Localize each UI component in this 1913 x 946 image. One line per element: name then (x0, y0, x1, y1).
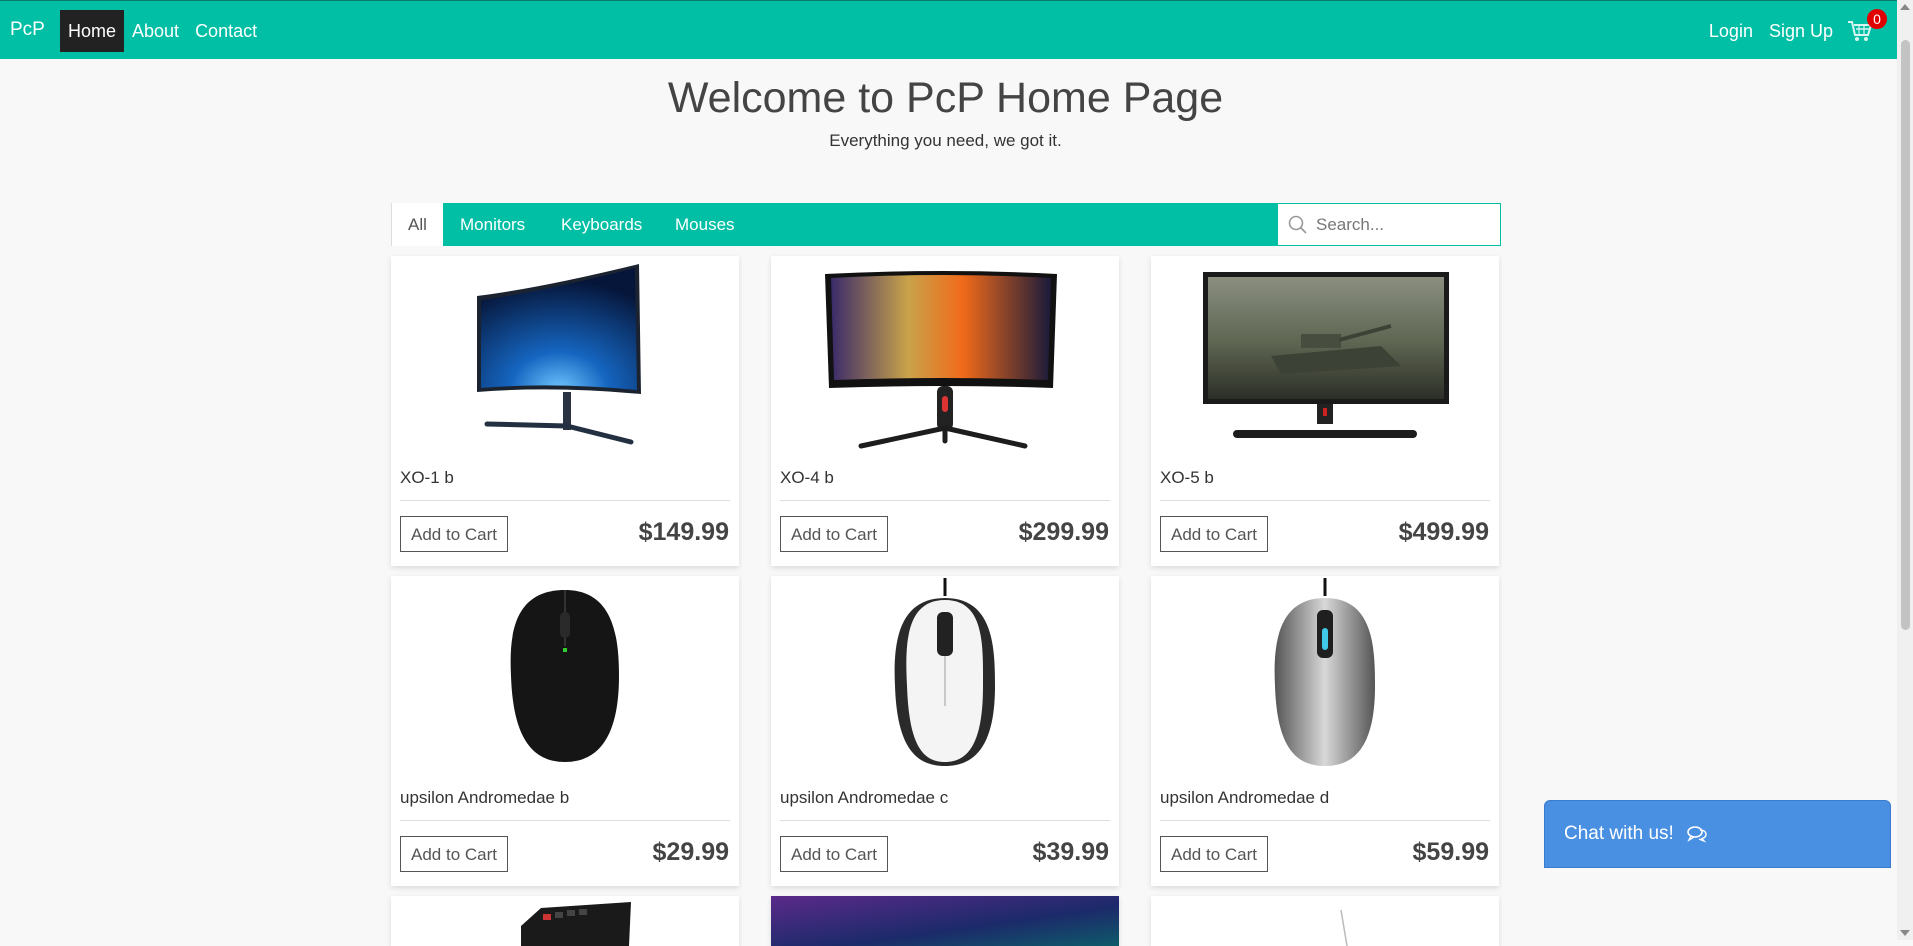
add-to-cart-button[interactable]: Add to Cart (400, 516, 508, 552)
add-to-cart-button[interactable]: Add to Cart (1160, 516, 1268, 552)
chat-widget-button[interactable]: Chat with us! (1544, 800, 1891, 868)
page-subtitle: Everything you need, we got it. (829, 131, 1062, 150)
product-card: upsilon Andromedae c Add to Cart $39.99 (771, 576, 1119, 886)
chat-label: Chat with us! (1564, 823, 1674, 844)
search-box[interactable] (1277, 203, 1501, 246)
nav-contact[interactable]: Contact (187, 10, 265, 52)
curved-monitor-image[interactable] (391, 256, 739, 456)
tab-mouses[interactable]: Mouses (675, 203, 735, 246)
scroll-down-arrow-icon[interactable] (1900, 930, 1910, 936)
cart-count-badge: 0 (1867, 9, 1887, 29)
product-card: XO-1 b Add to Cart $149.99 (391, 256, 739, 566)
black-mouse-image[interactable] (391, 576, 739, 776)
category-filter-bar: All Monitors Keyboards Mouses (391, 203, 1501, 246)
scroll-up-arrow-icon[interactable] (1900, 4, 1910, 10)
product-price: $499.99 (1398, 518, 1489, 546)
nav-about[interactable]: About (124, 10, 187, 52)
nav-links: Home About Contact (60, 10, 265, 52)
login-link[interactable]: Login (1701, 10, 1761, 52)
scroll-thumb[interactable] (1901, 40, 1910, 630)
product-card-partial[interactable] (1151, 896, 1499, 946)
signup-link[interactable]: Sign Up (1761, 10, 1841, 52)
headset-image (1340, 909, 1348, 946)
tab-all[interactable]: All (391, 203, 443, 246)
product-price: $149.99 (638, 518, 729, 546)
top-navbar: PcP Home About Contact Login Sign Up 0 (0, 0, 1897, 59)
divider (780, 820, 1110, 821)
cart-button[interactable]: 0 (1847, 9, 1887, 52)
product-card: upsilon Andromedae d Add to Cart $59.99 (1151, 576, 1499, 886)
product-price: $39.99 (1032, 838, 1109, 866)
nav-home[interactable]: Home (60, 10, 125, 52)
tab-keyboards[interactable]: Keyboards (561, 203, 642, 246)
search-input[interactable] (1314, 212, 1488, 238)
nav-right: Login Sign Up 0 (1701, 9, 1887, 52)
product-card-partial[interactable] (391, 896, 739, 946)
product-name: upsilon Andromedae b (400, 788, 570, 807)
brand-logo[interactable]: PcP (10, 19, 45, 41)
divider (780, 500, 1110, 501)
page-scrollbar[interactable] (1897, 0, 1913, 940)
product-name: XO-1 b (400, 468, 454, 487)
tab-monitors[interactable]: Monitors (460, 203, 525, 246)
purple-product-image (771, 896, 1119, 946)
add-to-cart-button[interactable]: Add to Cart (1160, 836, 1268, 872)
product-price: $29.99 (652, 838, 729, 866)
chat-bubbles-icon (1687, 826, 1707, 843)
add-to-cart-button[interactable]: Add to Cart (780, 836, 888, 872)
divider (400, 500, 730, 501)
product-price: $299.99 (1018, 518, 1109, 546)
gaming-monitor-image[interactable] (771, 256, 1119, 456)
product-name: upsilon Andromedae c (780, 788, 949, 807)
search-icon (1288, 215, 1307, 234)
divider (1160, 500, 1490, 501)
product-card: XO-4 b Add to Cart $299.99 (771, 256, 1119, 566)
divider (1160, 820, 1490, 821)
add-to-cart-button[interactable]: Add to Cart (780, 516, 888, 552)
silver-mouse-image[interactable] (1151, 576, 1499, 776)
add-to-cart-button[interactable]: Add to Cart (400, 836, 508, 872)
divider (400, 820, 730, 821)
product-name: XO-5 b (1160, 468, 1214, 487)
tank-monitor-image[interactable] (1151, 256, 1499, 456)
keyboard-image (521, 902, 631, 946)
white-mouse-image[interactable] (771, 576, 1119, 776)
product-card-partial[interactable] (771, 896, 1119, 946)
product-card: XO-5 b Add to Cart $499.99 (1151, 256, 1499, 566)
product-card: upsilon Andromedae b Add to Cart $29.99 (391, 576, 739, 886)
product-name: upsilon Andromedae d (1160, 788, 1330, 807)
product-price: $59.99 (1412, 838, 1489, 866)
product-name: XO-4 b (780, 468, 834, 487)
page-title: Welcome to PcP Home Page (667, 74, 1224, 122)
